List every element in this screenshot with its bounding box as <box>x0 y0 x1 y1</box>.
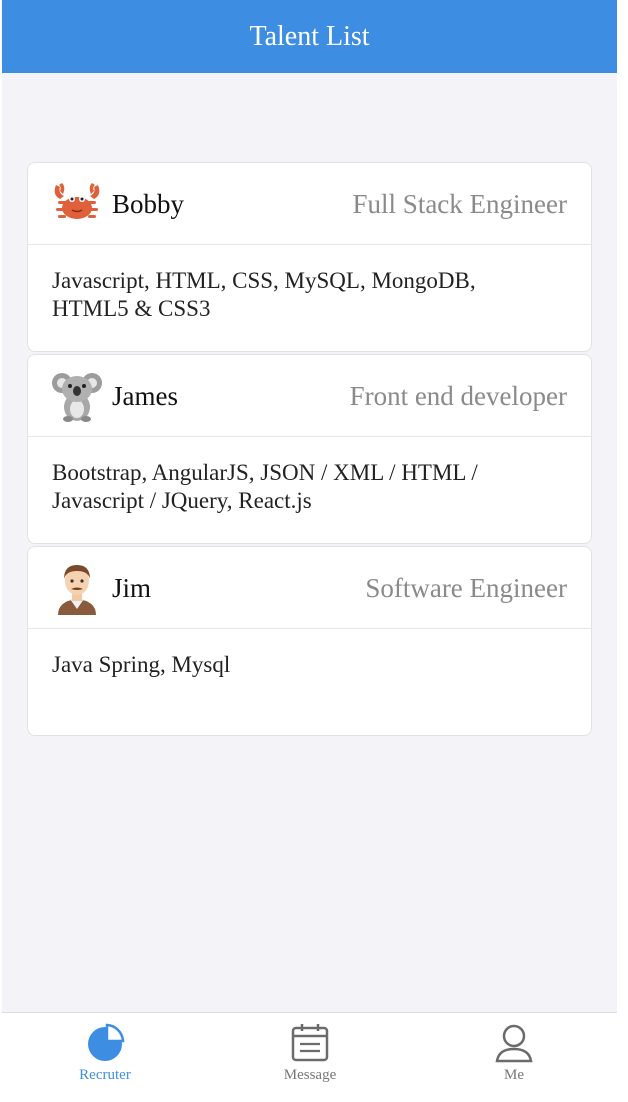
tab-message[interactable]: Message <box>250 1023 370 1091</box>
calendar-icon <box>291 1024 329 1062</box>
koala-icon <box>50 369 104 423</box>
talent-card-header: Jim Software Engineer <box>28 547 591 629</box>
user-icon <box>495 1024 533 1063</box>
talent-title: Full Stack Engineer <box>352 189 567 219</box>
talent-list: Bobby Full Stack Engineer Javascript, HT… <box>27 162 592 738</box>
talent-name: James <box>112 381 178 411</box>
talent-card-header: Bobby Full Stack Engineer <box>28 163 591 245</box>
navbar: Talent List <box>2 0 617 73</box>
tab-me[interactable]: Me <box>454 1023 574 1091</box>
talent-skills: Bootstrap, AngularJS, JSON / XML / HTML … <box>52 460 478 513</box>
talent-title: Front end developer <box>349 381 567 411</box>
talent-name: Jim <box>112 573 152 603</box>
talent-card[interactable]: Bobby Full Stack Engineer Javascript, HT… <box>27 162 592 352</box>
talent-skills: Java Spring, Mysql <box>52 652 231 677</box>
tab-label: Me <box>504 1067 524 1083</box>
talent-card[interactable]: James Front end developer Bootstrap, Ang… <box>27 354 592 544</box>
page-title: Talent List <box>249 20 370 52</box>
tab-bar: Recruter Message Me <box>2 1012 617 1094</box>
talent-card[interactable]: Jim Software Engineer Java Spring, Mysql <box>27 546 592 736</box>
app-screen: Talent List Bobby Full Stack Engineer Ja… <box>2 0 617 1094</box>
man-avatar-icon <box>50 561 104 615</box>
tab-recruter[interactable]: Recruter <box>45 1023 165 1091</box>
talent-skills: Javascript, HTML, CSS, MySQL, MongoDB, H… <box>52 268 476 321</box>
tab-label: Message <box>283 1067 337 1083</box>
talent-title: Software Engineer <box>365 573 567 603</box>
talent-card-header: James Front end developer <box>28 355 591 437</box>
tab-label: Recruter <box>79 1067 131 1083</box>
crab-icon <box>50 177 104 231</box>
pie-chart-icon <box>88 1023 125 1061</box>
talent-name: Bobby <box>112 189 185 219</box>
